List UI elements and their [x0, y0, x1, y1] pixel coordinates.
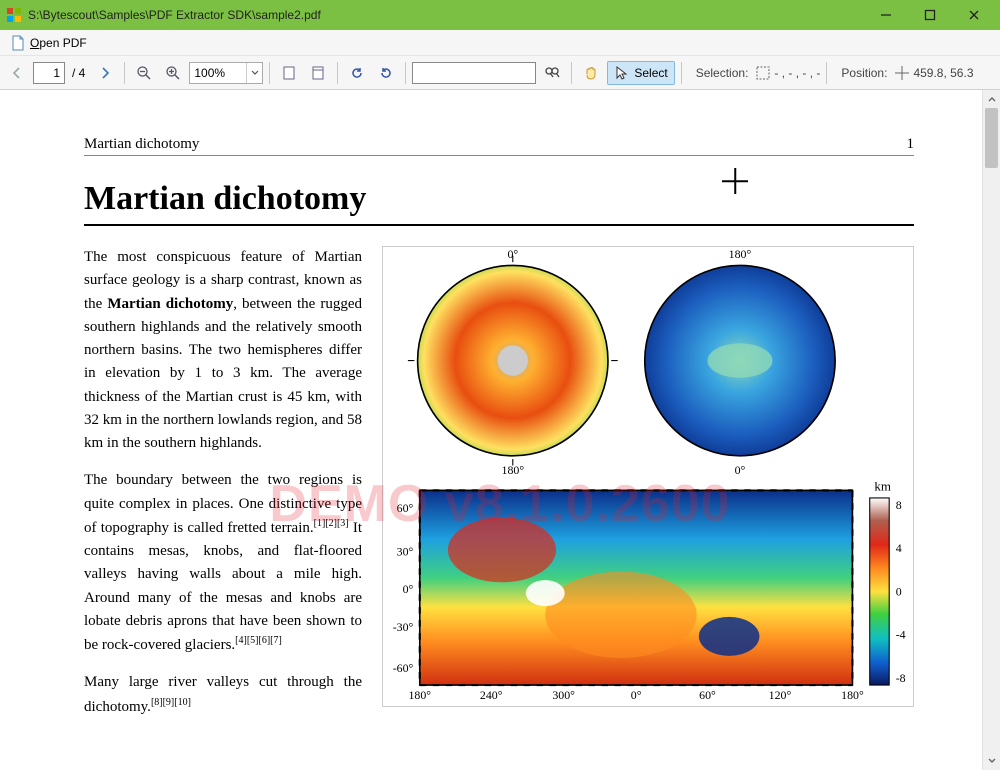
- svg-text:0°: 0°: [631, 688, 642, 701]
- svg-text:120°: 120°: [769, 688, 792, 701]
- document-viewer[interactable]: Martian dichotomy 1 Martian dichotomy Th…: [0, 90, 1000, 770]
- select-tool-button[interactable]: Select: [607, 61, 674, 85]
- cursor-icon: [614, 65, 630, 81]
- position-value: 459.8, 56.3: [913, 66, 973, 80]
- toolbar-divider: [337, 62, 338, 84]
- window-title: S:\Bytescout\Samples\PDF Extractor SDK\s…: [28, 8, 864, 22]
- scroll-up-button[interactable]: [983, 90, 1000, 108]
- running-head-text: Martian dichotomy: [84, 136, 907, 153]
- vertical-scrollbar[interactable]: [982, 90, 1000, 770]
- menu-bar: Open PDF: [0, 30, 1000, 56]
- zoom-dropdown-button[interactable]: [246, 63, 262, 83]
- term-emphasis: Martian dichotomy: [107, 296, 233, 312]
- text-run: , between the rugged southern highlands …: [84, 296, 362, 452]
- paragraph: Many large river valleys cut through the…: [84, 671, 362, 719]
- svg-text:0°: 0°: [735, 463, 746, 477]
- pdf-page: Martian dichotomy 1 Martian dichotomy Th…: [12, 94, 978, 770]
- svg-text:180°: 180°: [729, 247, 752, 261]
- crosshair-icon: [894, 65, 910, 81]
- zoom-in-button[interactable]: [160, 60, 186, 86]
- svg-text:-60°: -60°: [393, 661, 414, 675]
- scroll-track[interactable]: [983, 108, 1000, 752]
- toolbar: / 4 Select Selection:: [0, 56, 1000, 90]
- svg-text:60°: 60°: [397, 501, 414, 515]
- menu-open-pdf[interactable]: Open PDF: [4, 32, 93, 54]
- position-label: Position:: [833, 66, 891, 80]
- svg-text:0: 0: [896, 584, 902, 598]
- zoom-input[interactable]: [190, 63, 246, 83]
- svg-text:240°: 240°: [480, 688, 503, 701]
- zoom-combo[interactable]: [189, 62, 263, 84]
- svg-text:180°: 180°: [841, 688, 864, 701]
- running-header: Martian dichotomy 1: [84, 136, 914, 156]
- page-count-label: / 4: [68, 66, 89, 80]
- paragraph: The boundary between the two regions is …: [84, 469, 362, 657]
- svg-text:0°: 0°: [507, 247, 518, 261]
- toolbar-divider: [826, 62, 827, 84]
- svg-text:km: km: [874, 478, 891, 493]
- svg-text:4: 4: [896, 541, 902, 555]
- svg-text:8: 8: [896, 498, 902, 512]
- fit-width-button[interactable]: [305, 60, 331, 86]
- page-number-text: 1: [907, 136, 915, 153]
- toolbar-divider: [269, 62, 270, 84]
- citation-refs: [8][9][10]: [151, 697, 191, 708]
- scroll-thumb[interactable]: [985, 108, 998, 168]
- document-title: Martian dichotomy: [84, 180, 914, 226]
- toolbar-divider: [571, 62, 572, 84]
- app-icon: [6, 7, 22, 23]
- selection-value: - , - , - , -: [774, 66, 820, 80]
- svg-text:-4: -4: [896, 628, 906, 642]
- search-input[interactable]: [412, 62, 536, 84]
- citation-refs: [4][5][6][7]: [235, 635, 282, 646]
- hand-tool-button[interactable]: [578, 60, 604, 86]
- svg-text:-30°: -30°: [393, 620, 414, 634]
- rotate-cw-button[interactable]: [373, 60, 399, 86]
- selection-label: Selection:: [688, 66, 753, 80]
- text-run: It contains mesas, knobs, and flat-floor…: [84, 520, 362, 653]
- document-icon: [10, 35, 26, 51]
- prev-page-button[interactable]: [4, 60, 30, 86]
- fit-page-button[interactable]: [276, 60, 302, 86]
- next-page-button[interactable]: [92, 60, 118, 86]
- svg-text:30°: 30°: [397, 544, 414, 558]
- minimize-button[interactable]: [864, 1, 908, 29]
- paragraph: The most conspicuous feature of Martian …: [84, 246, 362, 455]
- citation-refs: [1][2][3]: [314, 518, 349, 529]
- topography-figure: 0° 180° 180° 0°: [382, 246, 914, 707]
- menu-open-pdf-label: Open PDF: [30, 36, 87, 50]
- toolbar-divider: [405, 62, 406, 84]
- find-button[interactable]: [539, 60, 565, 86]
- svg-text:60°: 60°: [699, 688, 716, 701]
- rotate-ccw-button[interactable]: [344, 60, 370, 86]
- svg-text:180°: 180°: [502, 463, 525, 477]
- scroll-down-button[interactable]: [983, 752, 1000, 770]
- selection-marquee-icon: [755, 65, 771, 81]
- text-run: Many large river valleys cut through the…: [84, 674, 362, 714]
- toolbar-divider: [124, 62, 125, 84]
- title-bar: S:\Bytescout\Samples\PDF Extractor SDK\s…: [0, 0, 1000, 30]
- svg-text:0°: 0°: [403, 582, 414, 596]
- svg-text:-8: -8: [896, 671, 906, 685]
- svg-text:180°: 180°: [408, 688, 431, 701]
- body-text-column: The most conspicuous feature of Martian …: [84, 246, 362, 719]
- page-number-input[interactable]: [33, 62, 65, 84]
- maximize-button[interactable]: [908, 1, 952, 29]
- close-button[interactable]: [952, 1, 996, 29]
- select-tool-label: Select: [634, 66, 667, 80]
- zoom-out-button[interactable]: [131, 60, 157, 86]
- svg-text:300°: 300°: [552, 688, 575, 701]
- toolbar-divider: [681, 62, 682, 84]
